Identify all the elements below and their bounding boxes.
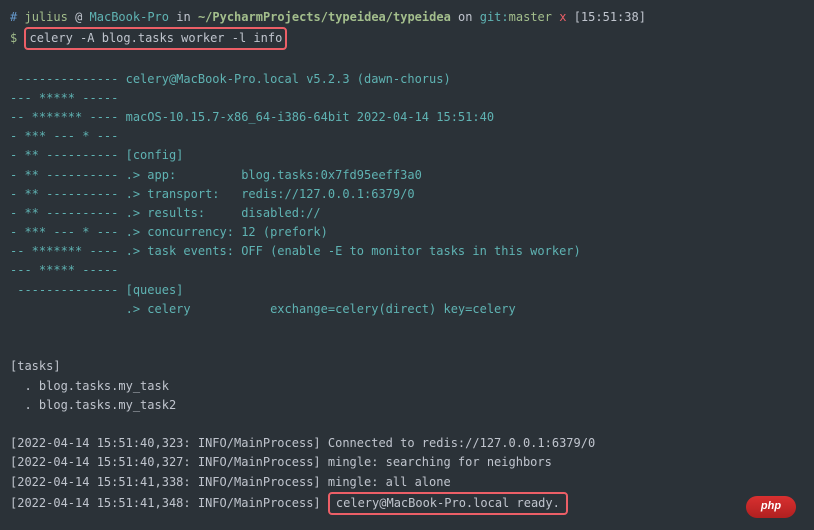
tasks-header: [tasks] bbox=[10, 357, 804, 376]
banner-transport: - ** ---------- .> transport: redis://12… bbox=[10, 185, 804, 204]
prompt-in: in bbox=[176, 10, 190, 24]
prompt-dollar: $ bbox=[10, 31, 17, 45]
task-1: . blog.tasks.my_task bbox=[10, 377, 804, 396]
banner-line-11: --- ***** ----- bbox=[10, 261, 804, 280]
prompt-branch: master bbox=[509, 10, 552, 24]
command-highlight: celery -A blog.tasks worker -l info bbox=[24, 27, 287, 50]
watermark-logo: php bbox=[746, 496, 796, 518]
banner-line-4: - *** --- * --- bbox=[10, 127, 804, 146]
ready-highlight: celery@MacBook-Pro.local ready. bbox=[328, 492, 568, 515]
banner-app: - ** ---------- .> app: blog.tasks:0x7fd… bbox=[10, 166, 804, 185]
banner-line-2: --- ***** ----- bbox=[10, 89, 804, 108]
prompt-user: julius bbox=[24, 10, 67, 24]
banner-results: - ** ---------- .> results: disabled:// bbox=[10, 204, 804, 223]
blank-line-4 bbox=[10, 415, 804, 434]
banner-config: - ** ---------- [config] bbox=[10, 146, 804, 165]
log-line-4: [2022-04-14 15:51:41,348: INFO/MainProce… bbox=[10, 492, 804, 515]
prompt-hash: # bbox=[10, 10, 17, 24]
prompt-at: @ bbox=[75, 10, 82, 24]
prompt-line-2[interactable]: $ celery -A blog.tasks worker -l info bbox=[10, 27, 804, 50]
blank-line-3 bbox=[10, 338, 804, 357]
banner-queue-celery: .> celery exchange=celery(direct) key=ce… bbox=[10, 300, 804, 319]
log-line-2: [2022-04-14 15:51:40,327: INFO/MainProce… bbox=[10, 453, 804, 472]
prompt-path: ~/PycharmProjects/typeidea/typeidea bbox=[198, 10, 451, 24]
prompt-on: on bbox=[458, 10, 472, 24]
prompt-line-1: # julius @ MacBook-Pro in ~/PycharmProje… bbox=[10, 8, 804, 27]
log-line-3: [2022-04-14 15:51:41,338: INFO/MainProce… bbox=[10, 473, 804, 492]
prompt-host: MacBook-Pro bbox=[90, 10, 169, 24]
banner-concurrency: - *** --- * --- .> concurrency: 12 (pref… bbox=[10, 223, 804, 242]
blank-line-2 bbox=[10, 319, 804, 338]
task-2: . blog.tasks.my_task2 bbox=[10, 396, 804, 415]
banner-line-1: -------------- celery@MacBook-Pro.local … bbox=[10, 70, 804, 89]
banner-line-3: -- ******* ---- macOS-10.15.7-x86_64-i38… bbox=[10, 108, 804, 127]
blank-line bbox=[10, 50, 804, 69]
banner-queues: -------------- [queues] bbox=[10, 281, 804, 300]
prompt-time: [15:51:38] bbox=[574, 10, 646, 24]
prompt-git: git: bbox=[480, 10, 509, 24]
command-text: celery -A blog.tasks worker -l info bbox=[29, 31, 282, 45]
prompt-dirty-icon: x bbox=[559, 10, 566, 24]
log-line-1: [2022-04-14 15:51:40,323: INFO/MainProce… bbox=[10, 434, 804, 453]
banner-task-events: -- ******* ---- .> task events: OFF (ena… bbox=[10, 242, 804, 261]
